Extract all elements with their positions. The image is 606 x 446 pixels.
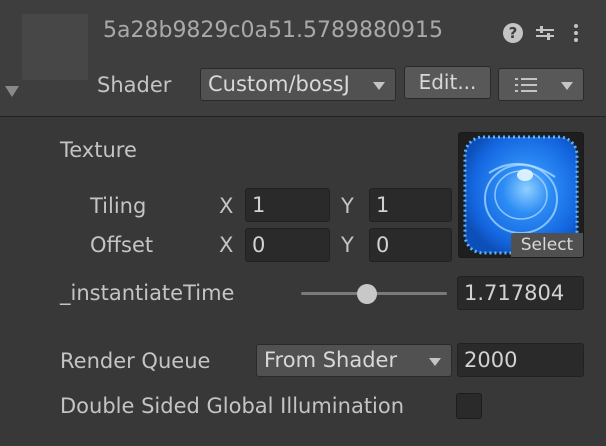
render-queue-label: Render Queue bbox=[60, 349, 211, 373]
texture-select-button[interactable]: Select bbox=[511, 233, 583, 257]
chevron-down-icon bbox=[561, 82, 573, 90]
header-divider bbox=[0, 116, 606, 117]
texture-label: Texture bbox=[60, 138, 137, 162]
tiling-label: Tiling bbox=[90, 194, 147, 218]
double-sided-gi-label: Double Sided Global Illumination bbox=[60, 394, 405, 418]
render-queue-mode: From Shader bbox=[264, 348, 398, 372]
foldout-arrow-icon[interactable] bbox=[5, 86, 19, 97]
list-icon bbox=[515, 78, 537, 92]
list-menu-button[interactable] bbox=[498, 68, 584, 101]
offset-y-label: Y bbox=[341, 233, 354, 257]
render-queue-dropdown[interactable]: From Shader bbox=[256, 344, 452, 377]
shader-value: Custom/bossJ bbox=[208, 72, 350, 96]
offset-x-label: X bbox=[219, 233, 234, 257]
offset-label: Offset bbox=[90, 233, 154, 257]
shader-label: Shader bbox=[97, 73, 172, 97]
chevron-down-icon bbox=[429, 358, 441, 366]
texture-slot[interactable]: Select bbox=[458, 132, 584, 258]
tiling-y-field[interactable]: 1 bbox=[369, 188, 452, 222]
tiling-x-field[interactable]: 1 bbox=[245, 188, 330, 222]
kebab-menu-icon[interactable] bbox=[571, 22, 581, 46]
help-icon[interactable]: ? bbox=[503, 23, 523, 43]
offset-x-field[interactable]: 0 bbox=[245, 228, 330, 262]
material-name: 5a28b9829c0a51.5789880915 bbox=[103, 18, 443, 43]
tiling-x-label: X bbox=[219, 194, 234, 218]
render-queue-field[interactable]: 2000 bbox=[457, 343, 584, 377]
edit-shader-button[interactable]: Edit... bbox=[404, 66, 491, 99]
tiling-y-label: Y bbox=[341, 194, 354, 218]
offset-y-field[interactable]: 0 bbox=[369, 228, 452, 262]
instantiate-time-slider-thumb[interactable] bbox=[356, 284, 377, 304]
shader-dropdown[interactable]: Custom/bossJ bbox=[200, 68, 396, 101]
instantiate-time-field[interactable]: 1.717804 bbox=[457, 276, 584, 310]
instantiate-time-label: _instantiateTime bbox=[60, 281, 235, 305]
preset-icon[interactable] bbox=[535, 23, 555, 43]
material-preview-thumbnail bbox=[22, 14, 88, 80]
double-sided-gi-checkbox[interactable] bbox=[456, 393, 482, 419]
chevron-down-icon bbox=[373, 82, 385, 90]
